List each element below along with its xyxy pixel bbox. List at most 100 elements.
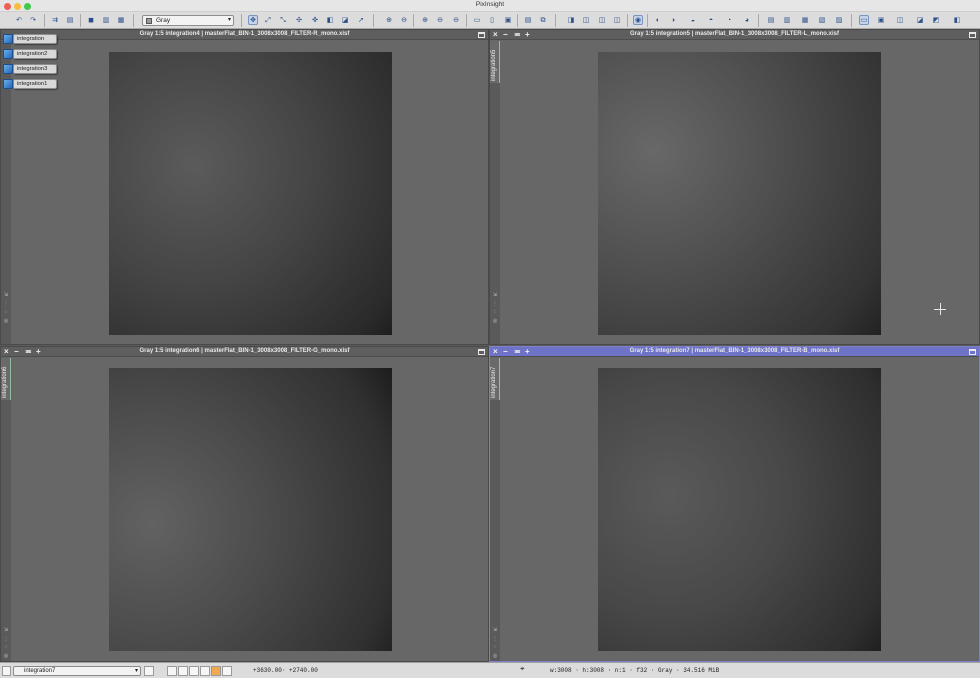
mask-enable-icon[interactable]: ◒ — [688, 15, 698, 25]
image-window-title-bar[interactable]: × − ≖ + Gray 1:5 integration5 | masterFl… — [490, 30, 979, 40]
disk-icon[interactable]: ◼ — [86, 15, 96, 25]
iconized-image-integration3[interactable]: integration3 — [3, 63, 57, 75]
new-instance-icon[interactable] — [144, 666, 154, 676]
link-icon[interactable]: ◌ — [492, 310, 498, 315]
image-icon[interactable]: ▣ — [876, 15, 886, 25]
settings-icon[interactable]: ◎ — [492, 319, 498, 324]
script-editor-icon[interactable]: ▨ — [834, 15, 844, 25]
redo-icon[interactable]: ↷ — [28, 15, 38, 25]
grid-icon[interactable]: ⋮ — [3, 637, 9, 642]
fit-window-icon[interactable]: ▣ — [503, 15, 513, 25]
view-selector[interactable]: integration7 ▾ — [13, 666, 141, 676]
document-icon[interactable]: ▥ — [101, 15, 111, 25]
image-window-integration7[interactable]: × − ≖ + Gray 1:5 integration7 | masterFl… — [489, 346, 980, 662]
cascade-icon[interactable]: ⧉ — [538, 15, 548, 25]
maximize-icon[interactable] — [478, 32, 485, 38]
channel-g-icon[interactable]: ◫ — [597, 15, 607, 25]
zoom-one-icon[interactable]: ⊕ — [420, 15, 430, 25]
process-explorer-icon[interactable]: ▤ — [766, 15, 776, 25]
view-id-tab[interactable]: integration5 — [490, 41, 500, 83]
resize-icon[interactable]: ⇲ — [3, 628, 9, 633]
view-id-label: integration7 — [491, 366, 497, 398]
open-icon[interactable]: ▤ — [65, 15, 75, 25]
channel-r-icon[interactable]: ◫ — [581, 15, 591, 25]
format-explorer-icon[interactable]: ▦ — [800, 15, 810, 25]
image-window-integration4[interactable]: Gray 1:5 integration4 | masterFlat_BIN-1… — [0, 29, 489, 345]
pan-icon[interactable]: ✣ — [294, 15, 304, 25]
edit-preview-icon[interactable]: ◪ — [340, 15, 350, 25]
image-window-integration6[interactable]: × − ≖ + Gray 1:5 integration6 | masterFl… — [0, 346, 489, 662]
undo-icon[interactable]: ↶ — [14, 15, 24, 25]
link-icon[interactable]: ◌ — [492, 645, 498, 650]
grid-icon[interactable]: ⋮ — [492, 637, 498, 642]
image-window-integration5[interactable]: × − ≖ + Gray 1:5 integration5 | masterFl… — [489, 29, 980, 345]
monitor-red-icon[interactable]: ◩ — [931, 15, 941, 25]
fit-width-icon[interactable]: ▭ — [472, 15, 482, 25]
channel-b-icon[interactable]: ◫ — [612, 15, 622, 25]
documents-icon[interactable]: ▦ — [116, 15, 126, 25]
maximize-icon[interactable] — [478, 349, 485, 355]
zoom-expand-icon[interactable]: ⤡ — [278, 15, 288, 25]
monitor-alert-icon[interactable]: ◪ — [915, 15, 925, 25]
image-window-title-bar[interactable]: × − ≖ + Gray 1:5 integration7 | masterFl… — [490, 347, 979, 357]
image-window-title-bar[interactable]: × − ≖ + Gray 1:5 integration6 | masterFl… — [1, 347, 488, 357]
readout-mode-icon[interactable]: ✥ — [248, 15, 258, 25]
settings-icon[interactable]: ◎ — [3, 319, 9, 324]
center-icon[interactable]: ✜ — [310, 15, 320, 25]
mask-show-icon[interactable]: ◐ — [653, 15, 663, 25]
image-window-title-bar[interactable]: Gray 1:5 integration4 | masterFlat_BIN-1… — [1, 30, 488, 40]
coordinate-separator: · — [282, 667, 286, 674]
iconized-image-integration1[interactable]: integration1 — [3, 78, 57, 90]
grid-icon[interactable]: ⋮ — [492, 302, 498, 307]
fit-height-icon[interactable]: ▯ — [487, 15, 497, 25]
maximize-icon[interactable] — [969, 349, 976, 355]
color-space-selector[interactable]: Gray ▾ — [142, 15, 234, 26]
view-icon[interactable] — [2, 666, 11, 676]
view-explorer-icon[interactable]: ▧ — [817, 15, 827, 25]
mask-invert-icon[interactable]: ◑ — [668, 15, 678, 25]
view-id-label: integration5 — [491, 49, 497, 81]
zoom-half-icon[interactable]: ⊖ — [435, 15, 445, 25]
history-icon[interactable]: ▥ — [782, 15, 792, 25]
resize-icon[interactable]: ⇲ — [492, 293, 498, 298]
workspace-icon[interactable]: ▭ — [859, 15, 869, 25]
preview-icon[interactable]: ◧ — [325, 15, 335, 25]
readout-swatch-icon — [167, 666, 177, 676]
link-icon[interactable]: ◌ — [3, 645, 9, 650]
target-icon[interactable]: ⌖ — [520, 665, 525, 674]
resize-icon[interactable]: ⇲ — [3, 293, 9, 298]
view-id-tab[interactable]: integration6 — [1, 358, 11, 400]
iconized-image-integration[interactable]: integration — [3, 33, 57, 45]
link-icon[interactable]: ◌ — [3, 310, 9, 315]
iconized-image-label: integration2 — [13, 49, 57, 59]
tile-icon[interactable]: ▤ — [523, 15, 533, 25]
mask-color-icon[interactable]: ◓ — [706, 15, 716, 25]
image-canvas[interactable] — [109, 368, 392, 651]
zoom-quarter-icon[interactable]: ⊖ — [451, 15, 461, 25]
pointer-icon[interactable]: ➚ — [356, 15, 366, 25]
grid-icon[interactable]: ⋮ — [3, 302, 9, 307]
resize-icon[interactable]: ⇲ — [492, 628, 498, 633]
new-image-icon[interactable]: ⇉ — [50, 15, 60, 25]
zoom-fit-icon[interactable]: ⤢ — [263, 15, 273, 25]
lock-icon[interactable]: ◉ — [633, 15, 643, 25]
monitor-clear-icon[interactable]: ◧ — [952, 15, 962, 25]
main-toolbar: ↶ ↷ ⇉ ▤ ◼ ▥ ▦ Gray ▾ ✥ ⤢ ⤡ ✣ ✜ ◧ ◪ ➚ ⊕ ⊖… — [0, 12, 980, 29]
iconized-image-integration2[interactable]: integration2 — [3, 48, 57, 60]
monitor-icon[interactable]: ◫ — [895, 15, 905, 25]
image-canvas[interactable] — [598, 52, 881, 335]
zoom-out-icon[interactable]: ⊖ — [399, 15, 409, 25]
settings-icon[interactable]: ◎ — [3, 654, 9, 659]
zoom-in-icon[interactable]: ⊕ — [384, 15, 394, 25]
stf-icon[interactable]: ◔ — [724, 15, 734, 25]
view-selector-value: integration7 — [24, 668, 56, 674]
image-icon — [3, 64, 13, 74]
maximize-icon[interactable] — [969, 32, 976, 38]
stf-link-icon[interactable]: ◕ — [742, 15, 752, 25]
channel-icon[interactable]: ◨ — [566, 15, 576, 25]
window-side-strip: ⇲ ⋮ ◌ ◎ — [490, 358, 500, 661]
settings-icon[interactable]: ◎ — [492, 654, 498, 659]
view-id-tab[interactable]: integration7 — [490, 358, 500, 400]
image-canvas[interactable] — [598, 368, 881, 651]
image-canvas[interactable] — [109, 52, 392, 335]
